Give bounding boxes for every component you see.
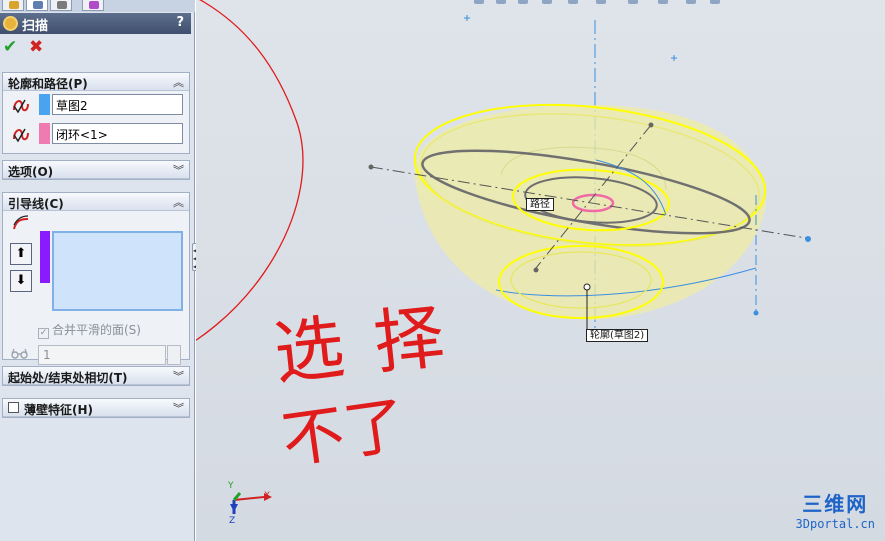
group-title: 引导线(C) <box>8 197 64 211</box>
configuration-icon <box>57 1 67 9</box>
guide-curves-header[interactable]: 引导线(C) ︽ <box>3 193 189 211</box>
glasses-icon <box>11 348 28 359</box>
tangency-header[interactable]: 起始处/结束处相切(T) ︾ <box>3 367 189 385</box>
panel-title: 扫描 <box>22 19 49 34</box>
arrow-up-icon: ⬆ <box>15 246 27 261</box>
thin-feature-header[interactable]: 薄壁特征(H) ︾ <box>3 399 189 417</box>
path-color-swatch <box>39 123 50 144</box>
guide-count-spinner[interactable] <box>167 345 181 365</box>
profile-path-header[interactable]: 轮廓和路径(P) ︽ <box>3 73 189 91</box>
tangency-group: 起始处/结束处相切(T) ︾ <box>2 366 190 386</box>
chevron-down-icon: ︾ <box>173 370 184 383</box>
group-title: 轮廓和路径(P) <box>8 77 88 91</box>
property-manager-tab[interactable] <box>26 0 48 11</box>
chevron-down-icon: ︾ <box>173 164 184 177</box>
chevron-up-icon: ︽ <box>173 76 184 89</box>
panel-tab-strip <box>0 0 195 12</box>
path-icon <box>13 128 29 143</box>
path-selection-box[interactable]: 闭环<1> <box>52 123 183 144</box>
thin-feature-checkbox[interactable] <box>8 402 19 413</box>
display-manager-tab[interactable] <box>82 0 104 11</box>
merge-label: 合并平滑的面(S) <box>52 323 141 337</box>
annotation-cannot: 不了 <box>277 387 411 478</box>
display-icon <box>89 1 99 9</box>
group-title: 起始处/结束处相切(T) <box>8 371 128 385</box>
feature-tree-icon <box>9 1 19 9</box>
profile-selection-box[interactable]: 草图2 <box>52 94 183 115</box>
watermark-logo: 三维网 <box>802 492 869 516</box>
move-up-button[interactable]: ⬆ <box>10 243 32 265</box>
profile-path-group: 轮廓和路径(P) ︽ 草图2 闭环<1> <box>2 72 190 154</box>
path-tag[interactable]: 路径 <box>526 198 554 211</box>
profile-color-swatch <box>39 94 50 115</box>
move-down-button[interactable]: ⬇ <box>10 270 32 292</box>
annotation-select: 选 择 <box>270 295 453 395</box>
group-title: 选项(O) <box>8 165 54 179</box>
group-title: 薄壁特征(H) <box>24 403 94 417</box>
watermark: 三维网 3Dportal.cn <box>796 488 875 531</box>
guide-count-field[interactable]: 1 <box>38 345 166 365</box>
cancel-button[interactable]: ✖ <box>29 38 47 56</box>
profile-tag[interactable]: 轮廓(草图2) <box>586 329 649 342</box>
axis-z-label: Z <box>229 516 236 526</box>
options-group: 选项(O) ︾ <box>2 160 190 180</box>
options-header[interactable]: 选项(O) ︾ <box>3 161 189 179</box>
chevron-down-icon: ︾ <box>173 402 184 415</box>
property-icon <box>33 1 43 9</box>
arrow-down-icon: ⬇ <box>15 273 27 288</box>
axis-y-label: Y <box>228 481 234 491</box>
guide-curves-list[interactable] <box>52 231 183 311</box>
axis-x-label: X <box>264 491 271 501</box>
ok-button[interactable]: ✔ <box>3 38 21 56</box>
chevron-up-icon: ︽ <box>173 196 184 209</box>
graphics-viewport[interactable]: 路径 轮廓(草图2) X Y Z 选 择 不了 三维网 3Dportal.cn <box>196 0 885 541</box>
property-manager-panel: 扫描 ? ✔ ✖ 轮廓和路径(P) ︽ 草图2 闭环<1> 选项(O) ︾ 引导… <box>0 0 195 541</box>
feature-tree-tab[interactable] <box>2 0 24 11</box>
merge-smooth-faces-checkbox[interactable]: ✓ 合并平滑的面(S) <box>38 321 141 339</box>
close-icon: ✖ <box>29 37 44 57</box>
thin-feature-group: 薄壁特征(H) ︾ <box>2 398 190 418</box>
profile-icon <box>13 99 29 114</box>
watermark-url: 3Dportal.cn <box>795 517 875 531</box>
guide-color-swatch <box>40 231 50 283</box>
guide-curve-icon <box>13 215 29 230</box>
sweep-icon <box>3 16 18 31</box>
check-icon: ✔ <box>3 37 18 57</box>
panel-title-bar: 扫描 ? <box>0 13 191 34</box>
checkbox-icon: ✓ <box>38 328 49 339</box>
guide-curves-group: 引导线(C) ︽ ⬆ ⬇ ✓ 合并平滑的面(S) 1 <box>2 192 190 365</box>
configuration-tab[interactable] <box>50 0 72 11</box>
help-button[interactable]: ? <box>176 15 184 30</box>
